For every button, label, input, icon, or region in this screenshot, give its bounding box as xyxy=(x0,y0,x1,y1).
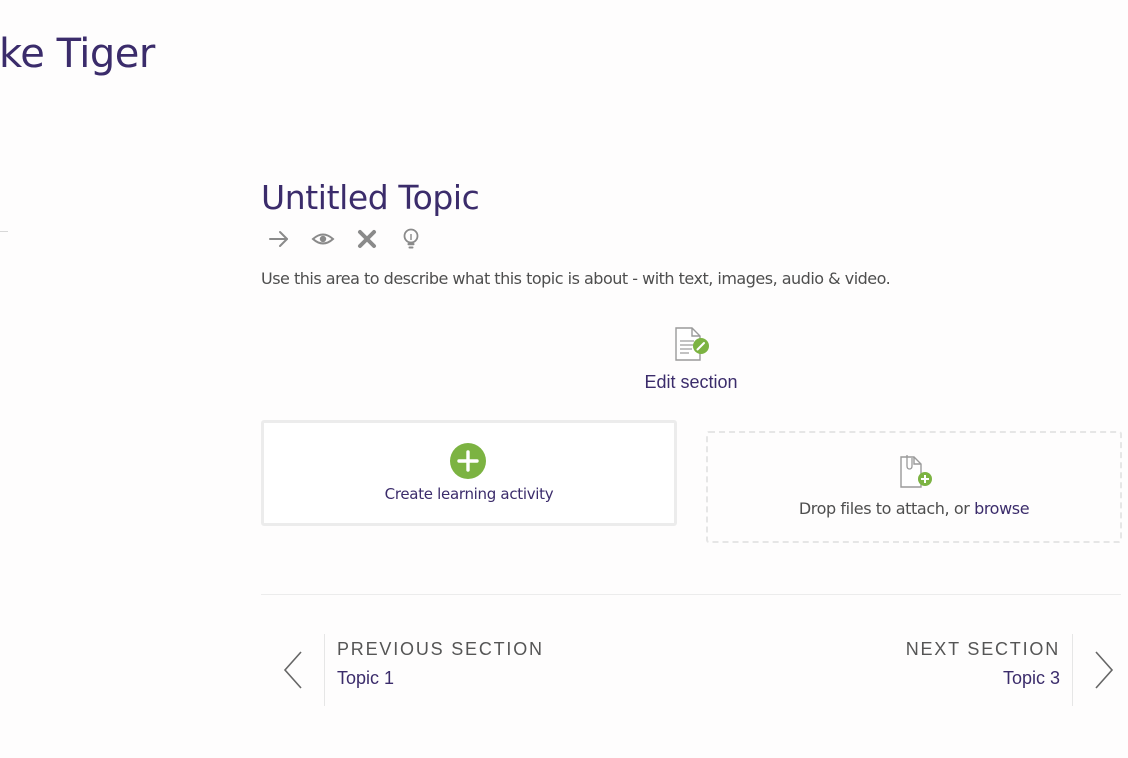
move-arrow-icon[interactable] xyxy=(266,226,292,252)
delete-x-icon[interactable] xyxy=(354,226,380,252)
previous-section-name: Topic 1 xyxy=(337,668,395,688)
nav-separator xyxy=(324,634,325,706)
nav-separator xyxy=(1072,634,1073,706)
edit-section-link[interactable]: Edit section xyxy=(620,326,762,393)
section-summary: Use this area to describe what this topi… xyxy=(261,269,891,288)
next-section-link[interactable]: NEXT SECTION Topic 3 xyxy=(880,634,1128,706)
sidebar-divider xyxy=(0,231,8,232)
add-circle-icon xyxy=(450,443,486,479)
browse-link[interactable]: browse xyxy=(974,499,1029,518)
drop-files-instruction: Drop files to attach, or xyxy=(798,499,975,518)
create-activity-label: Create learning activity xyxy=(384,485,554,503)
create-learning-activity-button[interactable]: Create learning activity xyxy=(261,420,677,526)
chevron-left-icon xyxy=(283,651,302,689)
eye-icon[interactable] xyxy=(310,226,336,252)
lightbulb-icon[interactable] xyxy=(398,226,424,252)
next-section-label: NEXT SECTION xyxy=(905,639,1060,659)
drop-files-text: Drop files to attach, or browse xyxy=(708,499,1120,518)
course-page: ke Tiger Untitled Topic Use this area to… xyxy=(0,0,1128,758)
course-title: ke Tiger xyxy=(0,31,155,77)
file-drop-zone[interactable]: Drop files to attach, or browse xyxy=(706,431,1122,543)
edit-section-label: Edit section xyxy=(644,372,738,392)
section-divider xyxy=(261,594,1121,595)
chevron-right-icon xyxy=(1095,651,1114,689)
previous-section-label: PREVIOUS SECTION xyxy=(337,639,544,659)
document-edit-icon xyxy=(675,327,709,361)
next-section-name: Topic 3 xyxy=(1002,668,1060,688)
section-toolbar xyxy=(266,226,442,252)
attach-file-icon xyxy=(900,455,932,488)
section-title: Untitled Topic xyxy=(261,178,480,217)
